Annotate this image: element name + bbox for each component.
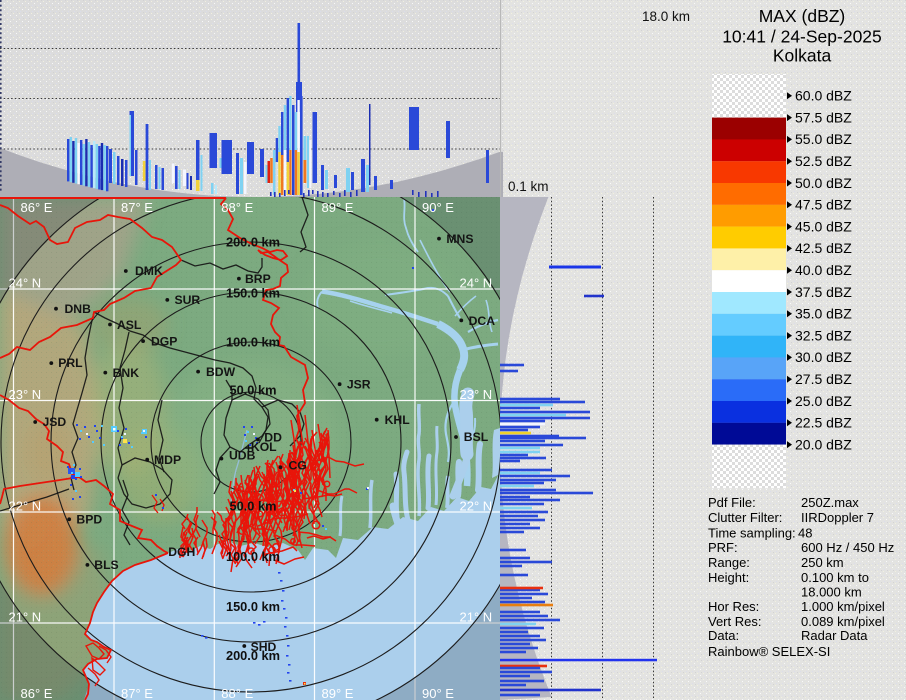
svg-text:0.1 km: 0.1 km bbox=[508, 179, 549, 194]
svg-text:57.5 dBZ: 57.5 dBZ bbox=[795, 109, 852, 125]
svg-text:100.0 km: 100.0 km bbox=[226, 549, 280, 564]
svg-text:52.5 dBZ: 52.5 dBZ bbox=[795, 153, 852, 169]
svg-text:BNK: BNK bbox=[113, 366, 140, 380]
svg-text:BPD: BPD bbox=[76, 513, 102, 527]
svg-text:37.5 dBZ: 37.5 dBZ bbox=[795, 284, 852, 300]
svg-text:22° N: 22° N bbox=[9, 499, 42, 514]
svg-text:IIRDoppler 7: IIRDoppler 7 bbox=[801, 510, 874, 525]
svg-text:50.0 km: 50.0 km bbox=[230, 499, 277, 514]
svg-text:27.5 dBZ: 27.5 dBZ bbox=[795, 371, 852, 387]
svg-text:48: 48 bbox=[798, 525, 812, 540]
svg-text:600 Hz / 450 Hz: 600 Hz / 450 Hz bbox=[801, 540, 894, 555]
svg-text:Clutter Filter:: Clutter Filter: bbox=[708, 510, 782, 525]
svg-text:47.5 dBZ: 47.5 dBZ bbox=[795, 197, 852, 213]
svg-text:32.5 dBZ: 32.5 dBZ bbox=[795, 327, 852, 343]
svg-text:45.0 dBZ: 45.0 dBZ bbox=[795, 218, 852, 234]
svg-text:35.0 dBZ: 35.0 dBZ bbox=[795, 306, 852, 322]
svg-text:18.0 km: 18.0 km bbox=[642, 9, 690, 24]
svg-text:Time sampling:: Time sampling: bbox=[708, 525, 796, 540]
svg-text:40.0 dBZ: 40.0 dBZ bbox=[795, 262, 852, 278]
svg-text:DGH: DGH bbox=[168, 545, 195, 559]
svg-text:DGP: DGP bbox=[151, 335, 177, 349]
svg-text:CG: CG bbox=[289, 459, 307, 473]
svg-text:PRL: PRL bbox=[58, 356, 83, 370]
svg-text:100.0 km: 100.0 km bbox=[226, 335, 280, 350]
svg-text:86° E: 86° E bbox=[21, 200, 53, 215]
svg-text:Height:: Height: bbox=[708, 570, 749, 585]
svg-text:Data:: Data: bbox=[708, 628, 739, 643]
svg-text:23° N: 23° N bbox=[460, 387, 493, 402]
svg-text:150.0 km: 150.0 km bbox=[226, 286, 280, 301]
svg-text:24° N: 24° N bbox=[9, 276, 42, 291]
svg-text:22° N: 22° N bbox=[460, 499, 493, 514]
svg-text:18.000 km: 18.000 km bbox=[801, 584, 862, 599]
svg-text:MNS: MNS bbox=[446, 232, 473, 246]
svg-text:10:41 / 24-Sep-2025: 10:41 / 24-Sep-2025 bbox=[722, 27, 882, 47]
svg-text:DCA: DCA bbox=[469, 314, 496, 328]
svg-text:22.5 dBZ: 22.5 dBZ bbox=[795, 415, 852, 431]
svg-text:24° N: 24° N bbox=[460, 276, 493, 291]
svg-text:200.0 km: 200.0 km bbox=[226, 648, 280, 663]
svg-text:90° E: 90° E bbox=[422, 200, 454, 215]
svg-text:30.0 dBZ: 30.0 dBZ bbox=[795, 349, 852, 365]
svg-text:SUR: SUR bbox=[175, 293, 201, 307]
svg-text:Kolkata: Kolkata bbox=[773, 46, 832, 66]
svg-text:MAX (dBZ): MAX (dBZ) bbox=[759, 6, 846, 26]
svg-text:MDP: MDP bbox=[154, 453, 181, 467]
svg-text:DNB: DNB bbox=[65, 302, 92, 316]
svg-text:DMK: DMK bbox=[135, 264, 163, 278]
svg-text:250 km: 250 km bbox=[801, 555, 844, 570]
svg-text:ASL: ASL bbox=[117, 318, 142, 332]
svg-text:23° N: 23° N bbox=[9, 387, 42, 402]
svg-text:BDW: BDW bbox=[206, 365, 236, 379]
svg-text:Hor Res:: Hor Res: bbox=[708, 599, 759, 614]
svg-text:21° N: 21° N bbox=[9, 610, 42, 625]
svg-text:KHL: KHL bbox=[385, 413, 411, 427]
svg-text:Vert Res:: Vert Res: bbox=[708, 614, 761, 629]
svg-text:UDB: UDB bbox=[229, 449, 256, 463]
svg-text:JSR: JSR bbox=[347, 378, 371, 392]
svg-text:55.0 dBZ: 55.0 dBZ bbox=[795, 131, 852, 147]
svg-text:88° E: 88° E bbox=[221, 686, 253, 700]
svg-text:20.0 dBZ: 20.0 dBZ bbox=[795, 436, 852, 452]
svg-text:BRP: BRP bbox=[245, 272, 271, 286]
svg-text:BLS: BLS bbox=[94, 558, 118, 572]
svg-text:BSL: BSL bbox=[464, 430, 489, 444]
svg-text:89° E: 89° E bbox=[322, 200, 354, 215]
svg-text:250Z.max: 250Z.max bbox=[801, 495, 859, 510]
svg-text:86° E: 86° E bbox=[21, 686, 53, 700]
svg-text:87° E: 87° E bbox=[121, 200, 153, 215]
svg-text:PRF:: PRF: bbox=[708, 540, 738, 555]
svg-text:200.0 km: 200.0 km bbox=[226, 235, 280, 250]
svg-text:50.0 km: 50.0 km bbox=[230, 383, 277, 398]
svg-text:21° N: 21° N bbox=[460, 610, 493, 625]
svg-text:50.0 dBZ: 50.0 dBZ bbox=[795, 175, 852, 191]
svg-text:60.0 dBZ: 60.0 dBZ bbox=[795, 88, 852, 104]
svg-text:150.0 km: 150.0 km bbox=[226, 599, 280, 614]
svg-text:Pdf File:: Pdf File: bbox=[708, 495, 756, 510]
svg-text:42.5 dBZ: 42.5 dBZ bbox=[795, 240, 852, 256]
svg-text:JSD: JSD bbox=[43, 415, 67, 429]
svg-text:87° E: 87° E bbox=[121, 686, 153, 700]
svg-text:Rainbow® SELEX-SI: Rainbow® SELEX-SI bbox=[708, 644, 830, 659]
svg-text:0.100 km to: 0.100 km to bbox=[801, 570, 869, 585]
svg-text:1.000 km/pixel: 1.000 km/pixel bbox=[801, 599, 885, 614]
svg-text:Radar Data: Radar Data bbox=[801, 628, 868, 643]
svg-text:Range:: Range: bbox=[708, 555, 750, 570]
svg-text:88° E: 88° E bbox=[221, 200, 253, 215]
svg-text:0.089 km/pixel: 0.089 km/pixel bbox=[801, 614, 885, 629]
svg-text:89° E: 89° E bbox=[322, 686, 354, 700]
svg-text:25.0 dBZ: 25.0 dBZ bbox=[795, 393, 852, 409]
svg-text:90° E: 90° E bbox=[422, 686, 454, 700]
